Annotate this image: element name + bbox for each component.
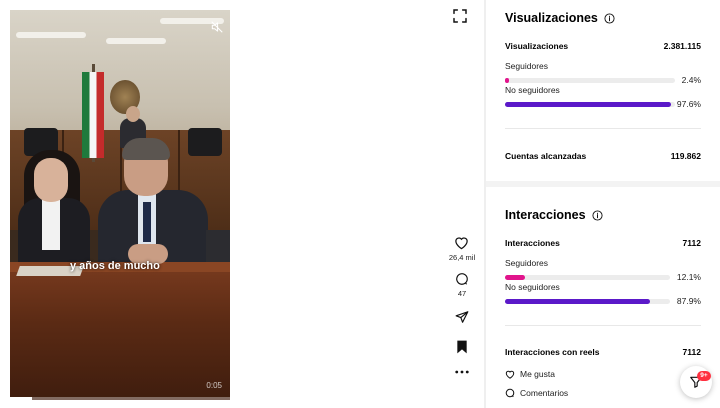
comment-icon bbox=[456, 273, 468, 285]
views-title: Visualizaciones bbox=[505, 11, 598, 25]
more-button[interactable] bbox=[455, 370, 469, 374]
interactions-followers-row: Seguidores 12.1% bbox=[505, 258, 701, 282]
video-scene bbox=[16, 32, 86, 38]
interactions-title: Interacciones bbox=[505, 208, 586, 222]
reach-value: 119.862 bbox=[670, 151, 701, 161]
comment-button[interactable]: 47 bbox=[455, 272, 469, 298]
like-count: 26,4 mil bbox=[448, 253, 476, 262]
video-progress-fill bbox=[10, 397, 32, 400]
reach-label: Cuentas alcanzadas bbox=[505, 151, 587, 161]
comments-label: Comentarios bbox=[520, 388, 569, 398]
video-scene bbox=[34, 158, 68, 202]
views-total-row: Visualizaciones 2.381.115 bbox=[505, 41, 701, 51]
interactions-non-followers-bar bbox=[505, 298, 670, 304]
views-non-followers-label: No seguidores bbox=[505, 85, 560, 95]
interactions-section: Interacciones bbox=[505, 208, 701, 222]
views-non-followers-bar bbox=[505, 101, 675, 107]
info-icon[interactable] bbox=[592, 209, 603, 221]
video-scene bbox=[42, 200, 60, 250]
like-button[interactable]: 26,4 mil bbox=[449, 236, 475, 262]
insights-panel: Visualizaciones Visualizaciones 2.381.11… bbox=[486, 0, 720, 408]
reels-interactions-label: Interacciones con reels bbox=[505, 347, 600, 357]
video-timecode: 0:05 bbox=[206, 381, 222, 390]
video-caption: y años de mucho bbox=[70, 260, 160, 272]
interactions-non-followers-bar-fill bbox=[505, 298, 651, 304]
divider bbox=[505, 128, 701, 129]
views-non-followers-pct: 97.6% bbox=[676, 99, 701, 109]
heart-icon bbox=[455, 237, 469, 250]
interactions-non-followers-label: No seguidores bbox=[505, 282, 560, 292]
video-scene bbox=[106, 38, 166, 44]
share-icon bbox=[455, 311, 469, 323]
video-scene bbox=[143, 202, 151, 242]
more-icon bbox=[455, 370, 469, 374]
interactions-followers-bar-fill bbox=[505, 274, 525, 280]
reach-row: Cuentas alcanzadas 119.862 bbox=[505, 151, 701, 161]
likes-label: Me gusta bbox=[520, 369, 555, 379]
heart-icon bbox=[505, 370, 515, 379]
video-scene bbox=[10, 262, 230, 400]
views-followers-label: Seguidores bbox=[505, 61, 549, 71]
interactions-total-label: Interacciones bbox=[505, 238, 560, 248]
notification-badge: 9+ bbox=[697, 371, 711, 381]
comments-row: Comentarios bbox=[505, 388, 701, 398]
likes-row: Me gusta bbox=[505, 369, 701, 379]
views-total-label: Visualizaciones bbox=[505, 41, 569, 51]
comment-icon bbox=[505, 388, 515, 398]
save-button[interactable] bbox=[456, 340, 468, 354]
views-followers-bar bbox=[505, 77, 675, 83]
video-scene bbox=[206, 230, 230, 266]
views-followers-pct: 2.4% bbox=[681, 75, 701, 85]
interactions-non-followers-pct: 87.9% bbox=[676, 296, 701, 306]
interactions-total-row: Interacciones 7112 bbox=[505, 238, 701, 248]
reel-actions: 26,4 mil 47 bbox=[446, 236, 478, 374]
filter-button[interactable]: 9+ bbox=[680, 366, 712, 398]
reel-video[interactable]: y años de mucho 0:05 bbox=[10, 10, 230, 400]
reels-interactions-value: 7112 bbox=[682, 347, 701, 357]
interactions-followers-pct: 12.1% bbox=[676, 272, 701, 282]
video-scene bbox=[126, 106, 140, 122]
interactions-followers-label: Seguidores bbox=[505, 258, 549, 268]
views-non-followers-bar-fill bbox=[505, 101, 671, 107]
video-scene bbox=[122, 138, 170, 160]
interactions-followers-bar bbox=[505, 274, 670, 280]
interactions-total-value: 7112 bbox=[682, 238, 701, 248]
video-scene bbox=[82, 72, 104, 158]
views-non-followers-row: No seguidores 97.6% bbox=[505, 85, 701, 109]
section-separator bbox=[486, 181, 720, 187]
reel-pane: y años de mucho 0:05 26,4 mil 47 bbox=[0, 0, 484, 408]
video-scene bbox=[188, 128, 222, 156]
info-icon[interactable] bbox=[604, 12, 615, 24]
save-icon bbox=[457, 340, 467, 354]
share-button[interactable] bbox=[455, 310, 469, 324]
views-heading: Visualizaciones bbox=[505, 11, 701, 25]
fullscreen-icon[interactable] bbox=[452, 8, 468, 24]
divider bbox=[505, 325, 701, 326]
mute-icon[interactable] bbox=[210, 20, 224, 34]
comment-count: 47 bbox=[457, 289, 467, 298]
views-followers-bar-fill bbox=[505, 77, 510, 83]
views-followers-row: Seguidores 2.4% bbox=[505, 61, 701, 85]
views-section: Visualizaciones bbox=[505, 11, 701, 25]
video-progress[interactable] bbox=[10, 397, 230, 400]
reels-interactions-row: Interacciones con reels 7112 bbox=[505, 347, 701, 357]
interactions-heading: Interacciones bbox=[505, 208, 701, 222]
views-total-value: 2.381.115 bbox=[663, 41, 701, 51]
interactions-non-followers-row: No seguidores 87.9% bbox=[505, 282, 701, 306]
